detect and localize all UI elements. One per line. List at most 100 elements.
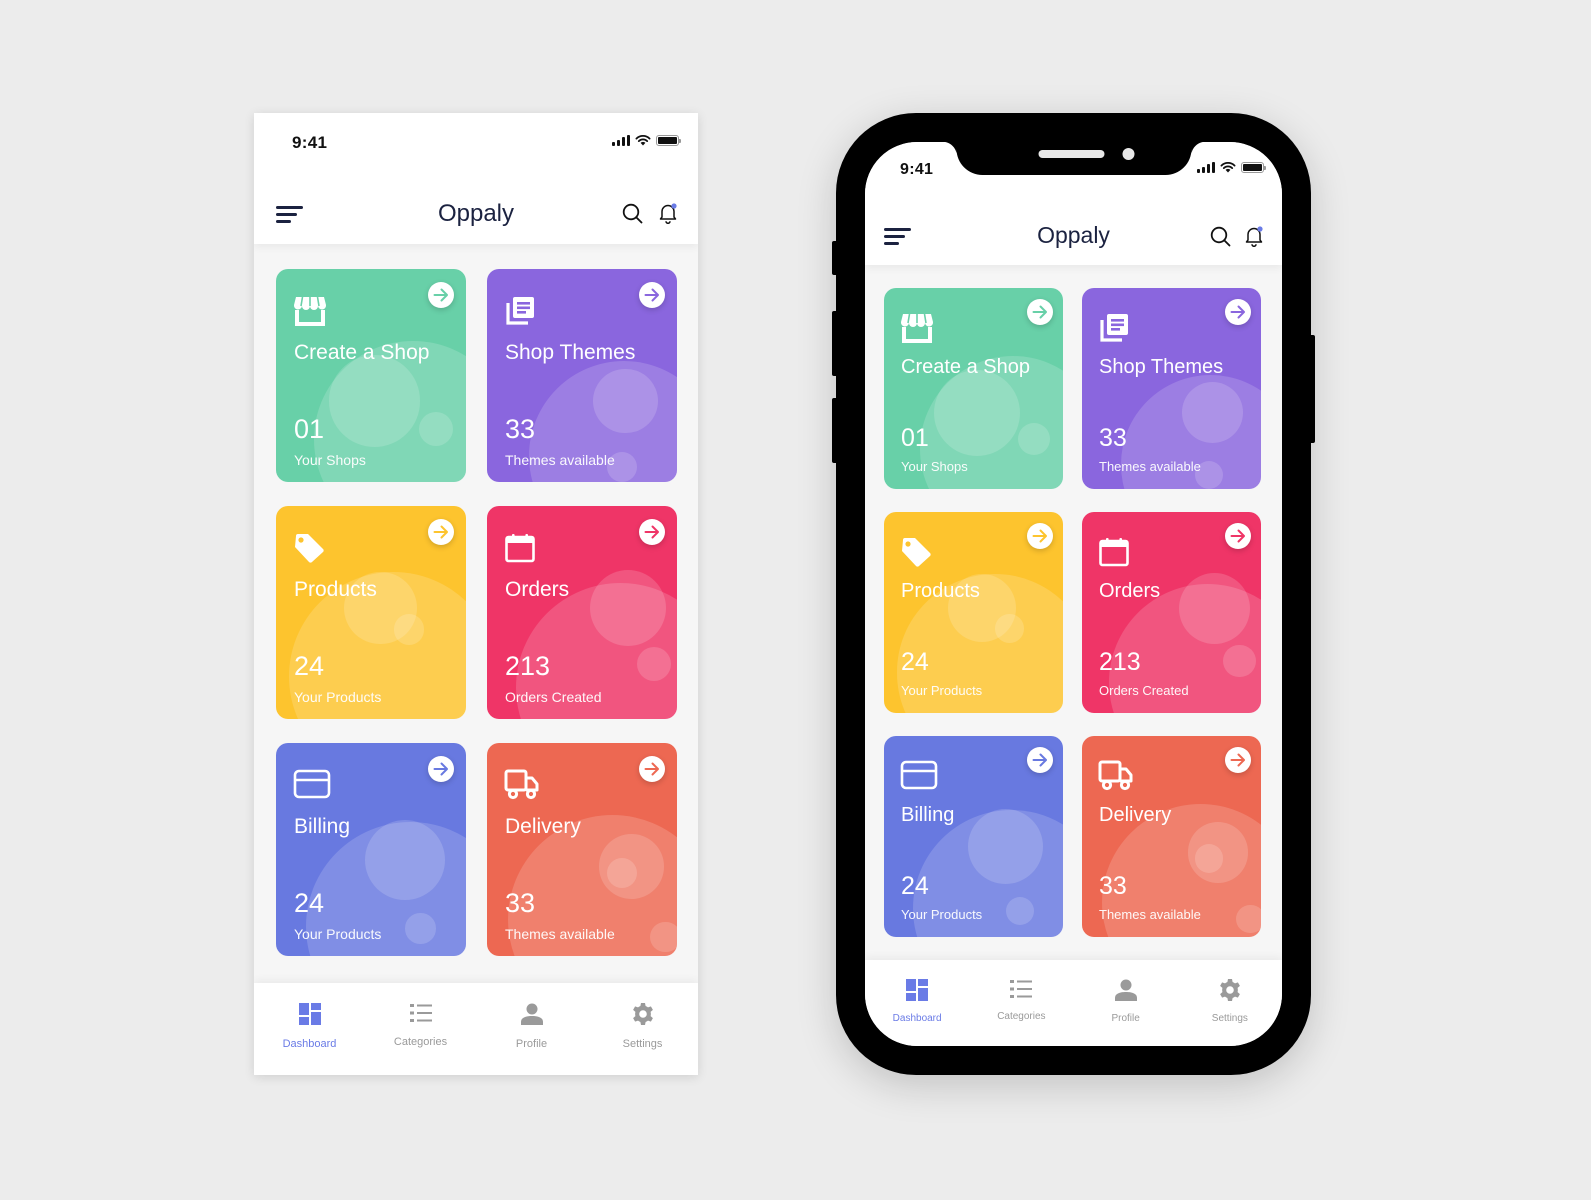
card-count: 01 [294, 414, 325, 444]
card-title: Create a Shop [294, 341, 430, 364]
credit-card-icon [900, 760, 938, 795]
tab-label: Categories [997, 1011, 1046, 1022]
person-icon [520, 1002, 544, 1031]
card-title: Billing [294, 815, 351, 838]
bell-icon[interactable] [658, 202, 678, 224]
dashboard-icon [905, 978, 929, 1007]
status-icons [612, 134, 681, 146]
app-screen: 9:41 Oppaly Create a Shop 01 Your Shops … [254, 113, 698, 1075]
card-title: Products [294, 578, 377, 601]
credit-card-icon [293, 769, 331, 804]
list-icon [409, 1002, 433, 1029]
arrow-right-icon [1230, 305, 1245, 319]
tab-label: Dashboard [892, 1013, 942, 1024]
card-count: 33 [505, 414, 536, 444]
arrow-right-icon [1032, 753, 1047, 767]
nav-row: Oppaly [865, 222, 1282, 252]
arrow-right-button[interactable] [639, 282, 665, 308]
decorative-bubble [1235, 904, 1261, 934]
arrow-right-icon [433, 762, 448, 776]
card-billing[interactable]: Billing 24 Your Products [276, 743, 466, 956]
gear-icon [631, 1002, 655, 1031]
card-subtitle: Themes available [1099, 459, 1201, 474]
arrow-right-button[interactable] [639, 519, 665, 545]
library-icon [504, 295, 536, 332]
card-delivery[interactable]: Delivery 33 Themes available [1082, 736, 1261, 937]
tab-settings[interactable]: Settings [1178, 960, 1282, 1046]
card-count: 33 [1099, 424, 1127, 452]
tab-profile[interactable]: Profile [1074, 960, 1178, 1046]
app-screen: 9:41 Oppaly Create a Shop 01 Your Shops … [865, 142, 1282, 1046]
card-count: 24 [294, 888, 325, 918]
store-icon [293, 295, 327, 332]
arrow-right-icon [1230, 529, 1245, 543]
wifi-icon [635, 135, 651, 146]
card-subtitle: Your Shops [901, 459, 968, 474]
card-count: 33 [1099, 872, 1127, 900]
power-button [1310, 335, 1315, 443]
card-products[interactable]: Products 24 Your Products [276, 506, 466, 719]
arrow-right-button[interactable] [1027, 747, 1053, 773]
tab-categories[interactable]: Categories [365, 983, 476, 1075]
card-title: Products [901, 580, 980, 602]
arrow-right-icon [644, 525, 659, 539]
card-count: 213 [1099, 648, 1141, 676]
card-subtitle: Themes available [1099, 907, 1201, 922]
tab-categories[interactable]: Categories [969, 960, 1073, 1046]
tab-dashboard[interactable]: Dashboard [865, 960, 969, 1046]
truck-icon [504, 769, 540, 806]
card-products[interactable]: Products 24 Your Products [884, 512, 1063, 713]
status-time: 9:41 [900, 161, 934, 178]
calendar-icon [504, 532, 536, 569]
card-count: 01 [901, 424, 929, 452]
battery-icon [656, 134, 681, 146]
arrow-right-button[interactable] [639, 756, 665, 782]
truck-icon [1098, 760, 1134, 797]
tab-label: Categories [393, 1036, 448, 1048]
silent-switch [832, 241, 837, 275]
tab-label: Settings [622, 1038, 663, 1050]
arrow-right-button[interactable] [428, 519, 454, 545]
volume-up-button [832, 311, 837, 376]
arrow-right-button[interactable] [428, 282, 454, 308]
arrow-right-button[interactable] [1225, 747, 1251, 773]
card-shop-themes[interactable]: Shop Themes 33 Themes available [487, 269, 677, 482]
arrow-right-button[interactable] [1225, 523, 1251, 549]
arrow-right-icon [1032, 305, 1047, 319]
tab-settings[interactable]: Settings [587, 983, 698, 1075]
card-billing[interactable]: Billing 24 Your Products [884, 736, 1063, 937]
flat-phone-mockup: 9:41 Oppaly Create a Shop 01 Your Shops … [254, 113, 698, 1075]
top-bar: 9:41 Oppaly [254, 113, 698, 244]
tab-profile[interactable]: Profile [476, 983, 587, 1075]
card-subtitle: Your Products [901, 683, 983, 698]
card-orders[interactable]: Orders 213 Orders Created [487, 506, 677, 719]
status-time: 9:41 [292, 133, 328, 152]
notification-dot [671, 203, 677, 209]
notch [942, 142, 1205, 175]
card-count: 24 [294, 651, 325, 681]
card-subtitle: Themes available [505, 926, 615, 942]
card-orders[interactable]: Orders 213 Orders Created [1082, 512, 1261, 713]
card-create-shop[interactable]: Create a Shop 01 Your Shops [276, 269, 466, 482]
card-title: Shop Themes [505, 341, 636, 364]
arrow-right-button[interactable] [428, 756, 454, 782]
store-icon [900, 312, 934, 349]
arrow-right-button[interactable] [1027, 299, 1053, 325]
arrow-right-button[interactable] [1027, 523, 1053, 549]
search-icon[interactable] [1210, 226, 1231, 247]
tab-label: Settings [1211, 1013, 1248, 1024]
card-title: Orders [1099, 580, 1161, 602]
front-camera [1122, 148, 1134, 160]
card-delivery[interactable]: Delivery 33 Themes available [487, 743, 677, 956]
bell-icon[interactable] [1244, 225, 1264, 247]
card-shop-themes[interactable]: Shop Themes 33 Themes available [1082, 288, 1261, 489]
card-create-shop[interactable]: Create a Shop 01 Your Shops [884, 288, 1063, 489]
card-title: Shop Themes [1099, 356, 1224, 378]
cellular-signal-icon [1197, 161, 1215, 173]
wifi-icon [1220, 162, 1236, 173]
search-icon[interactable] [622, 203, 643, 224]
tab-dashboard[interactable]: Dashboard [254, 983, 365, 1075]
arrow-right-button[interactable] [1225, 299, 1251, 325]
person-icon [1114, 978, 1138, 1007]
tab-label: Profile [1111, 1013, 1140, 1024]
